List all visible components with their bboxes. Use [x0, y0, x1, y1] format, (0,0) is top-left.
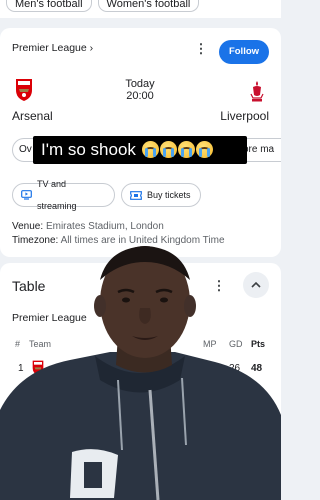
crying-face-icon — [141, 141, 159, 158]
league-name: Premier League — [12, 42, 87, 54]
liverpool-crest-icon[interactable] — [247, 79, 267, 103]
kickoff-time: 20:00 — [126, 90, 154, 102]
home-team-name[interactable]: Arsenal — [12, 109, 53, 123]
chip-mens-football[interactable]: Men's football — [6, 0, 92, 12]
chevron-right-icon: › — [89, 42, 94, 54]
tv-streaming-button[interactable]: TV and streaming — [12, 179, 115, 211]
video-caption: I'm so shook — [33, 136, 247, 164]
crying-face-icon — [159, 141, 177, 158]
more-options-icon[interactable]: ⋮ — [194, 41, 208, 57]
arsenal-crest-icon[interactable] — [14, 78, 34, 102]
filter-chip-strip: Men's football Women's football — [0, 0, 281, 18]
venue-label: Venue: — [12, 221, 44, 232]
league-link[interactable]: Premier League › — [12, 42, 93, 54]
follow-button[interactable]: Follow — [219, 40, 269, 64]
crying-face-icon — [177, 141, 195, 158]
kickoff-day: Today — [125, 78, 155, 90]
venue-info: Venue: Emirates Stadium, London — [12, 221, 164, 232]
crying-face-icon — [195, 141, 213, 158]
tv-icon — [21, 190, 32, 200]
buy-tickets-button[interactable]: Buy tickets — [121, 183, 201, 207]
tv-streaming-label: TV and streaming — [37, 179, 77, 211]
ticket-icon — [130, 190, 142, 200]
person-overlay — [0, 246, 281, 500]
chip-womens-football[interactable]: Women's football — [97, 0, 200, 12]
venue-value: Emirates Stadium, London — [45, 221, 164, 232]
buy-tickets-label: Buy tickets — [147, 190, 191, 200]
away-team-name[interactable]: Liverpool — [220, 109, 269, 123]
caption-text: I'm so shook — [41, 140, 136, 159]
